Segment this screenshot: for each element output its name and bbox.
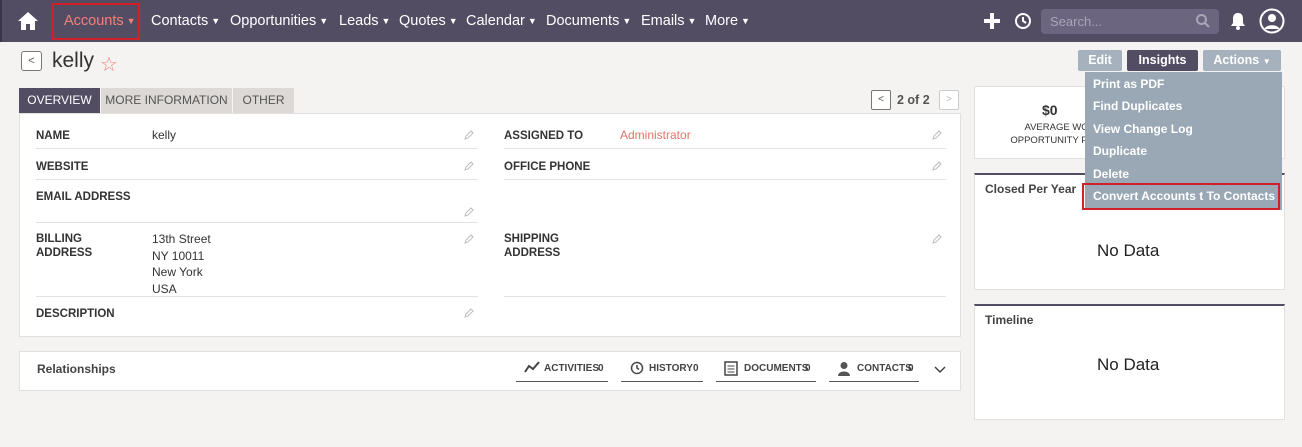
back-button[interactable]: <: [21, 51, 42, 71]
rel-tab-activities[interactable]: ACTIVITIES 0: [516, 352, 608, 382]
nav-contacts[interactable]: Contacts ▼: [151, 0, 220, 42]
divider: [36, 222, 478, 223]
nav-more[interactable]: More ▼: [705, 0, 750, 42]
edit-pencil-icon[interactable]: [932, 130, 942, 140]
caret-down-icon: ▼: [211, 16, 221, 27]
rel-tab-history[interactable]: HISTORY 0: [621, 352, 703, 382]
plus-icon[interactable]: [982, 11, 1002, 31]
timeline-title: Timeline: [985, 313, 1034, 327]
edit-pencil-icon[interactable]: [464, 308, 474, 318]
nav-documents[interactable]: Documents ▼: [546, 0, 631, 42]
nav-leads[interactable]: Leads ▼: [339, 0, 390, 42]
rel-tab-label: HISTORY: [649, 363, 693, 374]
caret-down-icon: ▼: [381, 16, 391, 27]
divider: [504, 148, 946, 149]
edit-button[interactable]: Edit: [1078, 50, 1122, 71]
pager-text: 2 of 2: [897, 93, 930, 107]
assigned-to-value[interactable]: Administrator: [620, 127, 691, 144]
relationships-panel: Relationships ACTIVITIES 0 HISTORY 0 DOC…: [19, 351, 961, 391]
document-icon: [724, 361, 738, 376]
favorite-star-icon[interactable]: ☆: [100, 52, 118, 77]
rel-tab-count: 0: [805, 363, 811, 374]
billing-address-label: BILLING ADDRESS: [36, 233, 93, 259]
closed-per-year-title: Closed Per Year: [985, 182, 1077, 196]
assigned-to-label: ASSIGNED TO: [504, 130, 584, 142]
divider: [504, 179, 946, 180]
timeline-no-data: No Data: [1097, 355, 1160, 374]
divider: [504, 296, 946, 297]
shipping-address-label: SHIPPING ADDRESS: [504, 233, 561, 259]
divider: [36, 179, 478, 180]
edit-pencil-icon[interactable]: [932, 161, 942, 171]
history-icon[interactable]: [1013, 11, 1033, 31]
menu-item-duplicate[interactable]: Duplicate: [1093, 144, 1147, 158]
relationships-title: Relationships: [37, 362, 116, 376]
edit-pencil-icon[interactable]: [464, 130, 474, 140]
pager-prev-button[interactable]: <: [871, 90, 891, 110]
caret-down-icon: ▼: [1262, 57, 1271, 66]
rel-tab-label: ACTIVITIES: [544, 363, 600, 374]
history-icon: [630, 361, 644, 375]
chevron-down-icon[interactable]: [934, 366, 946, 374]
caret-down-icon: ▼: [448, 16, 458, 27]
name-label: NAME: [36, 130, 70, 142]
menu-item-find-duplicates[interactable]: Find Duplicates: [1093, 99, 1182, 113]
pager-next-button[interactable]: >: [939, 90, 959, 110]
menu-item-view-change-log[interactable]: View Change Log: [1093, 122, 1193, 136]
highlight-box: [1082, 183, 1280, 210]
user-avatar-icon[interactable]: [1259, 8, 1285, 34]
description-label: DESCRIPTION: [36, 308, 115, 320]
page-title: kelly: [52, 49, 95, 72]
caret-down-icon: ▼: [319, 16, 329, 27]
divider: [36, 296, 478, 297]
rel-tab-documents[interactable]: DOCUMENTS 0: [716, 352, 816, 382]
nav-opportunities[interactable]: Opportunities ▼: [230, 0, 328, 42]
person-icon: [838, 362, 850, 376]
rel-tab-contacts[interactable]: CONTACTS 0: [829, 352, 919, 382]
nav-emails[interactable]: Emails ▼: [641, 0, 696, 42]
caret-down-icon: ▼: [527, 16, 537, 27]
detail-panel: [19, 113, 961, 337]
edit-pencil-icon[interactable]: [464, 161, 474, 171]
edit-pencil-icon[interactable]: [464, 234, 474, 244]
home-icon[interactable]: [16, 10, 40, 32]
insights-button[interactable]: Insights: [1127, 50, 1198, 71]
search-input[interactable]: Search...: [1050, 14, 1102, 29]
divider: [36, 148, 478, 149]
name-value: kelly: [152, 128, 177, 142]
highlight-box: [52, 3, 140, 40]
closed-no-data: No Data: [1097, 241, 1160, 260]
nav-calendar[interactable]: Calendar ▼: [466, 0, 537, 42]
rel-tab-count: 0: [693, 363, 699, 374]
caret-down-icon: ▼: [741, 16, 750, 27]
activity-chart-icon: [524, 361, 540, 373]
email-address-label: EMAIL ADDRESS: [36, 191, 131, 203]
bell-icon[interactable]: [1229, 11, 1247, 31]
menu-item-delete[interactable]: Delete: [1093, 167, 1129, 181]
tab-other[interactable]: OTHER: [233, 88, 294, 113]
top-navbar: Accounts ▼ Contacts ▼ Opportunities ▼ Leads…: [0, 0, 1302, 42]
rel-tab-count: 0: [908, 363, 914, 374]
tab-overview[interactable]: OVERVIEW: [19, 88, 100, 113]
billing-address-value: 13th Street NY 10011 New York USA: [152, 232, 211, 296]
tab-more-information[interactable]: MORE INFORMATION: [101, 88, 232, 113]
office-phone-label: OFFICE PHONE: [504, 161, 591, 173]
edit-pencil-icon[interactable]: [932, 234, 942, 244]
caret-down-icon: ▼: [687, 16, 697, 27]
menu-item-print-pdf[interactable]: Print as PDF: [1093, 77, 1164, 91]
rel-tab-count: 0: [598, 363, 604, 374]
search-box[interactable]: Search...: [1041, 9, 1219, 34]
edit-pencil-icon[interactable]: [464, 207, 474, 217]
nav-quotes[interactable]: Quotes ▼: [399, 0, 458, 42]
website-label: WEBSITE: [36, 161, 89, 173]
actions-button[interactable]: Actions ▼: [1203, 50, 1281, 71]
caret-down-icon: ▼: [622, 16, 632, 27]
rel-tab-label: DOCUMENTS: [744, 363, 809, 374]
rel-tab-label: CONTACTS: [857, 363, 912, 374]
search-icon[interactable]: [1195, 13, 1211, 29]
average-won-amount: $0: [1042, 102, 1058, 118]
